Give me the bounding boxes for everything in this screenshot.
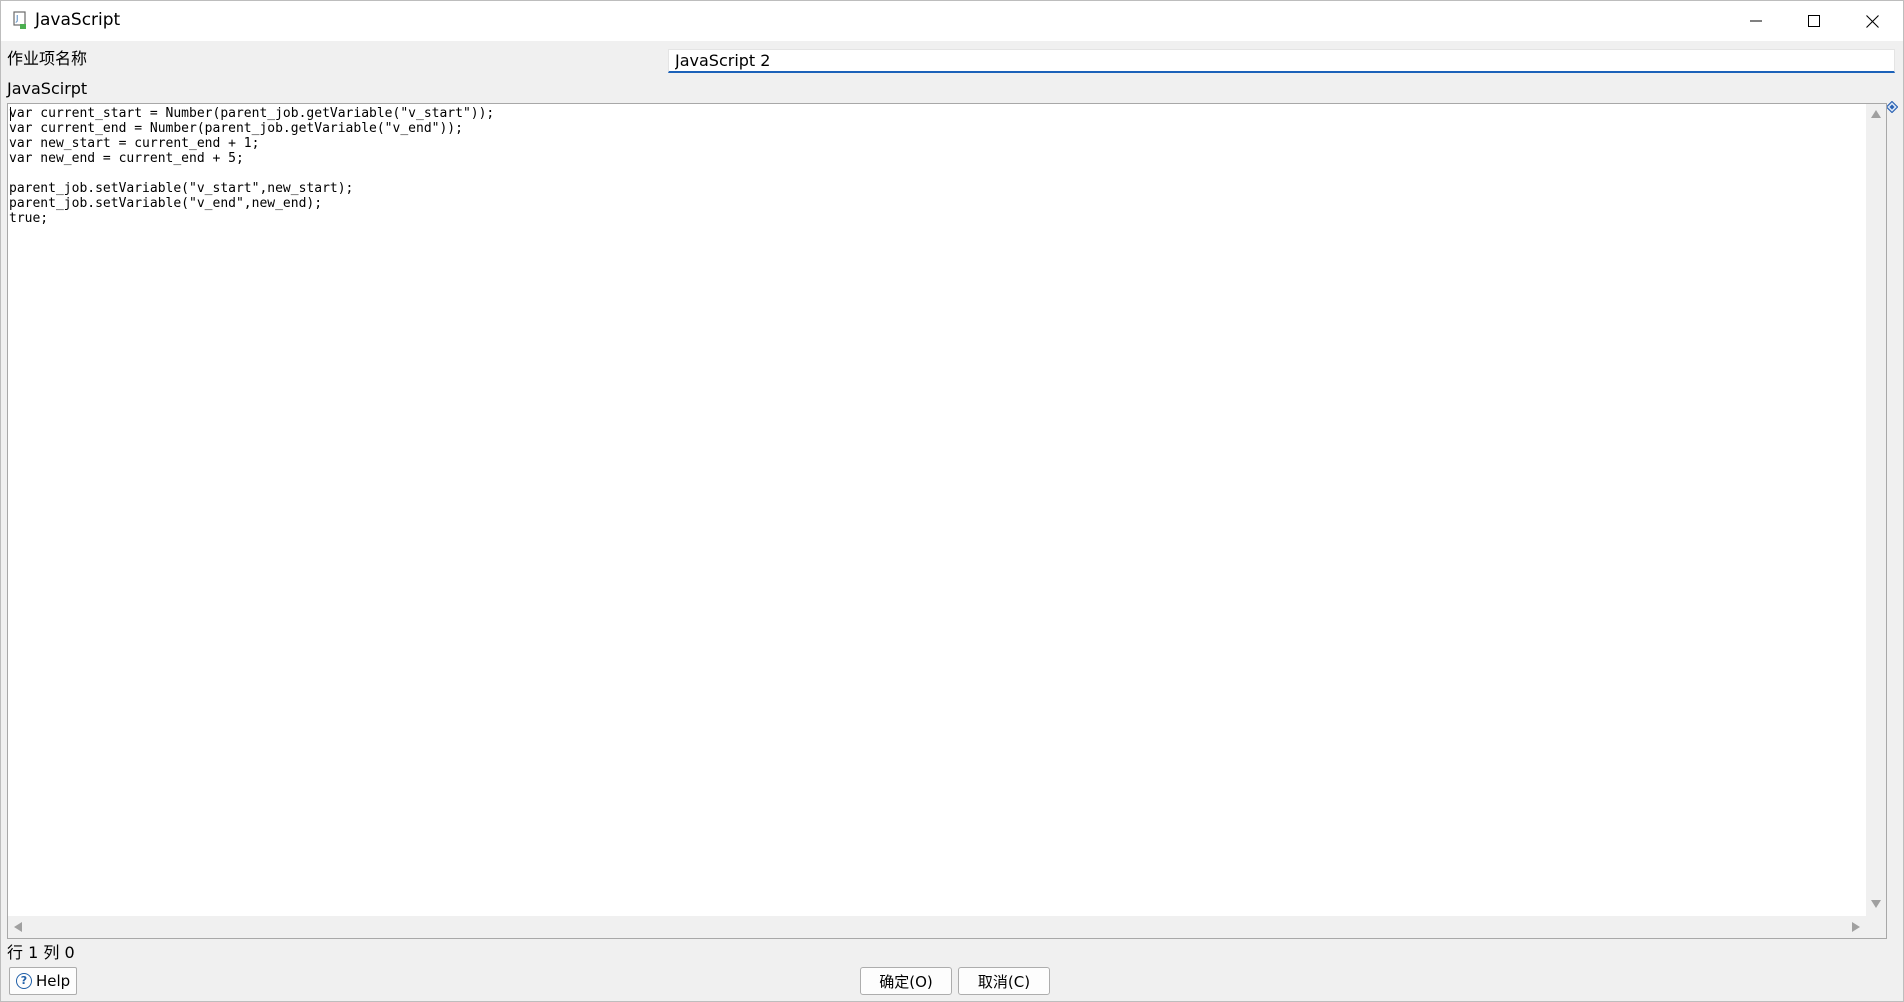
dialog-content: 作业项名称 JavaScirpt var current_start = Num…	[1, 41, 1903, 1001]
svg-text:J: J	[15, 14, 18, 23]
scrollbar-corner	[1866, 916, 1886, 938]
title-bar: J JavaScript	[1, 1, 1903, 41]
script-label: JavaScirpt	[7, 79, 88, 98]
javascript-dialog: J JavaScript 作业项名称 JavaScirpt	[0, 0, 1904, 1002]
text-caret	[10, 107, 11, 121]
help-question-icon: ?	[16, 973, 32, 989]
help-button[interactable]: ? Help	[9, 967, 77, 995]
script-editor[interactable]: var current_start = Number(parent_job.ge…	[7, 103, 1887, 939]
minimize-icon	[1750, 20, 1762, 22]
scroll-up-icon[interactable]	[1871, 110, 1881, 118]
horizontal-scrollbar[interactable]	[8, 916, 1866, 938]
variable-diamond-icon[interactable]	[1886, 101, 1898, 113]
cursor-position-status: 行 1 列 0	[7, 943, 75, 962]
close-button[interactable]	[1843, 1, 1901, 41]
script-code-area[interactable]: var current_start = Number(parent_job.ge…	[8, 104, 1868, 920]
ok-button[interactable]: 确定(O)	[860, 967, 952, 995]
close-icon	[1865, 14, 1879, 28]
minimize-button[interactable]	[1727, 1, 1785, 41]
maximize-button[interactable]	[1785, 1, 1843, 41]
scroll-left-icon[interactable]	[14, 922, 22, 932]
javascript-job-icon: J	[13, 11, 26, 29]
scroll-right-icon[interactable]	[1852, 922, 1860, 932]
job-entry-name-label: 作业项名称	[7, 49, 88, 68]
cancel-button-label: 取消(C)	[977, 972, 1031, 991]
cancel-button[interactable]: 取消(C)	[958, 967, 1050, 995]
maximize-icon	[1808, 15, 1820, 27]
help-button-label: Help	[36, 972, 71, 990]
vertical-scrollbar[interactable]	[1866, 104, 1886, 916]
window-title: JavaScript	[35, 10, 121, 30]
job-entry-name-input[interactable]	[668, 49, 1895, 73]
ok-button-label: 确定(O)	[879, 972, 933, 991]
scroll-down-icon[interactable]	[1871, 900, 1881, 908]
